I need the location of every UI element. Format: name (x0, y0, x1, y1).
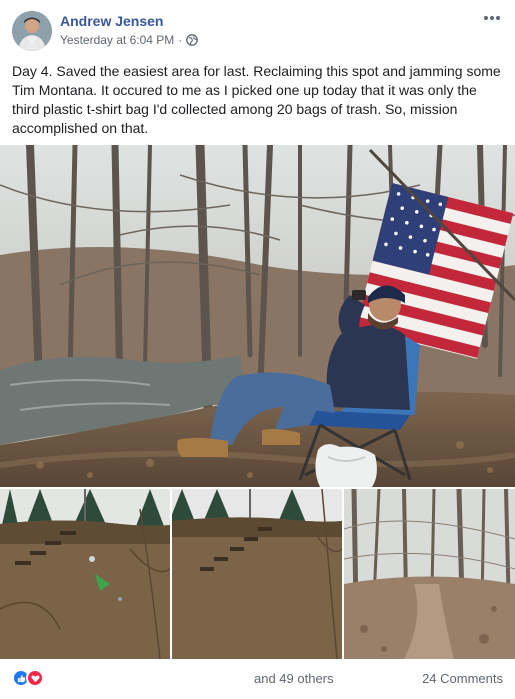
post-header: Andrew Jensen Yesterday at 6:04 PM · (12, 10, 503, 52)
post-photo-main[interactable] (0, 145, 515, 487)
avatar[interactable] (12, 11, 52, 51)
globe-icon[interactable] (186, 34, 199, 46)
post-photo-thumb-1[interactable] (0, 489, 170, 659)
comments-count[interactable]: 24 Comments (422, 671, 503, 686)
reaction-icons[interactable] (12, 669, 44, 687)
post-photo-thumb-2[interactable] (172, 489, 342, 659)
post-timestamp[interactable]: Yesterday at 6:04 PM (60, 33, 174, 47)
author-name[interactable]: Andrew Jensen (60, 13, 163, 29)
love-icon (26, 669, 44, 687)
more-options-icon[interactable] (481, 10, 503, 26)
meta-separator: · (178, 33, 183, 47)
post-meta: Yesterday at 6:04 PM · (60, 33, 199, 47)
reactors-count[interactable]: and 49 others (254, 671, 334, 686)
post-text: Day 4. Saved the easiest area for last. … (12, 63, 501, 136)
post-photo-thumb-3[interactable] (344, 489, 515, 659)
post-footer: and 49 others 24 Comments (12, 667, 503, 689)
